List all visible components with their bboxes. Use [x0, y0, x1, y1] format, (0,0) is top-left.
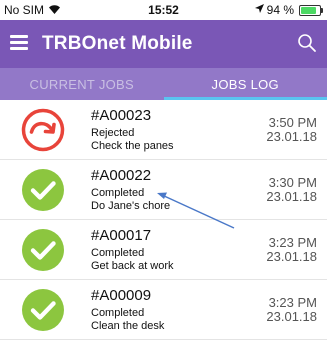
job-status: Rejected: [91, 127, 134, 139]
job-date: 23.01.18: [266, 249, 317, 264]
list-item[interactable]: #A00017 Completed Get back at work 3:23 …: [0, 220, 327, 280]
status-right: 94 %: [255, 3, 321, 17]
job-status: Completed: [91, 247, 144, 259]
tab-bar: CURRENT JOBS JOBS LOG: [0, 68, 327, 100]
job-time: 3:50 PM: [269, 115, 317, 130]
search-icon[interactable]: [297, 33, 317, 53]
list-item[interactable]: #A00009 Completed Clean the desk 3:23 PM…: [0, 280, 327, 340]
job-description: Clean the desk: [91, 320, 164, 332]
list-item[interactable]: #A00022 Completed Do Jane's chore 3:30 P…: [0, 160, 327, 220]
app-title: TRBOnet Mobile: [42, 33, 193, 55]
job-time: 3:30 PM: [269, 175, 317, 190]
list-item[interactable]: #A00023 Rejected Check the panes 3:50 PM…: [0, 100, 327, 160]
job-time: 3:23 PM: [269, 235, 317, 250]
completed-check-icon: [21, 288, 65, 332]
rejected-redo-icon: [21, 108, 65, 152]
status-bar: No SIM 15:52 94 %: [0, 0, 327, 20]
tab-current-jobs[interactable]: CURRENT JOBS: [0, 68, 164, 100]
job-id: #A00009: [91, 287, 151, 304]
job-id: #A00017: [91, 227, 151, 244]
completed-check-icon: [21, 168, 65, 212]
job-id: #A00023: [91, 107, 151, 124]
tab-jobs-log[interactable]: JOBS LOG: [164, 68, 327, 100]
job-description: Check the panes: [91, 140, 174, 152]
battery-fill: [301, 7, 316, 14]
job-status: Completed: [91, 307, 144, 319]
hamburger-menu-icon[interactable]: [10, 35, 28, 51]
job-description: Do Jane's chore: [91, 200, 170, 212]
completed-check-icon: [21, 228, 65, 272]
job-date: 23.01.18: [266, 189, 317, 204]
job-date: 23.01.18: [266, 129, 317, 144]
job-id: #A00022: [91, 167, 151, 184]
job-date: 23.01.18: [266, 309, 317, 324]
job-status: Completed: [91, 187, 144, 199]
jobs-log-list: #A00023 Rejected Check the panes 3:50 PM…: [0, 100, 327, 340]
job-time: 3:23 PM: [269, 295, 317, 310]
location-arrow-icon: [255, 4, 264, 16]
app-bar: TRBOnet Mobile: [0, 20, 327, 68]
battery-icon: [299, 5, 321, 16]
battery-percent: 94 %: [267, 3, 294, 17]
job-description: Get back at work: [91, 260, 174, 272]
